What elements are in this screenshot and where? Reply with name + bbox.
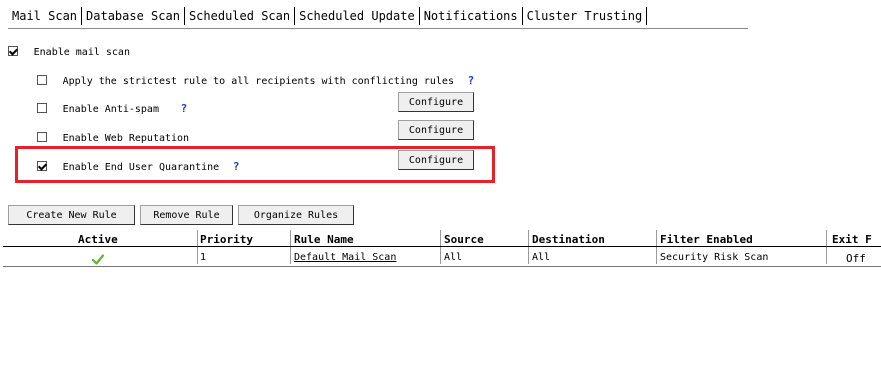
enable-mail-scan-label: Enable mail scan [33,47,130,58]
anti-spam-row: Enable Anti-spam ? [37,97,187,116]
anti-spam-label: Enable Anti-spam [62,104,159,115]
column-divider [290,230,291,264]
tab-database-scan[interactable]: Database Scan [82,9,184,23]
end-user-quarantine-configure-button[interactable]: Configure [398,150,474,170]
rule-filter-enabled: Security Risk Scan [660,252,769,263]
create-new-rule-button[interactable]: Create New Rule [8,205,135,225]
enable-mail-scan-row: Enable mail scan [8,40,130,59]
tab-bar: Mail Scan Database Scan Scheduled Scan S… [8,6,648,26]
column-header-priority[interactable]: Priority [200,233,253,246]
column-header-rule-name[interactable]: Rule Name [294,233,354,246]
tab-scheduled-scan[interactable]: Scheduled Scan [185,9,294,23]
tab-underline [8,28,748,29]
column-header-destination[interactable]: Destination [532,233,605,246]
tab-cluster-trusting[interactable]: Cluster Trusting [523,9,647,23]
column-header-filter-enabled[interactable]: Filter Enabled [660,233,753,246]
organize-rules-button[interactable]: Organize Rules [238,205,354,225]
column-divider [440,230,441,264]
strictest-rule-label: Apply the strictest rule to all recipien… [62,76,454,87]
column-header-active[interactable]: Active [78,233,118,246]
enable-mail-scan-checkbox[interactable] [8,45,18,56]
web-reputation-configure-button[interactable]: Configure [398,120,474,140]
rule-name-link[interactable]: Default Mail Scan [294,252,396,263]
strictest-rule-checkbox[interactable] [37,74,47,85]
strictest-rule-row: Apply the strictest rule to all recipien… [37,69,474,88]
help-icon[interactable]: ? [181,102,188,115]
column-header-exit[interactable]: Exit F [832,233,872,246]
tab-scheduled-update[interactable]: Scheduled Update [295,9,419,23]
help-icon[interactable]: ? [468,74,475,87]
column-divider [528,230,529,264]
help-icon[interactable]: ? [233,160,240,173]
anti-spam-configure-button[interactable]: Configure [398,92,474,112]
rule-source: All [444,252,463,263]
column-divider [197,230,198,264]
web-reputation-row: Enable Web Reputation [37,126,189,145]
tab-divider [646,7,648,25]
web-reputation-label: Enable Web Reputation [62,133,190,144]
web-reputation-checkbox[interactable] [37,131,47,142]
table-row-divider [3,266,881,267]
end-user-quarantine-row: Enable End User Quarantine ? [37,155,239,174]
rule-priority: 1 [200,252,207,263]
tab-notifications[interactable]: Notifications [420,9,522,23]
end-user-quarantine-checkbox[interactable] [37,160,47,171]
column-divider [656,230,657,264]
column-divider [826,230,827,264]
table-header-divider [3,246,881,247]
rule-exit: Off [846,252,866,265]
column-header-source[interactable]: Source [444,233,484,246]
end-user-quarantine-label: Enable End User Quarantine [62,162,220,173]
rule-destination: All [532,252,551,263]
remove-rule-button[interactable]: Remove Rule [140,205,233,225]
tab-mail-scan[interactable]: Mail Scan [8,9,81,23]
anti-spam-checkbox[interactable] [37,102,47,113]
